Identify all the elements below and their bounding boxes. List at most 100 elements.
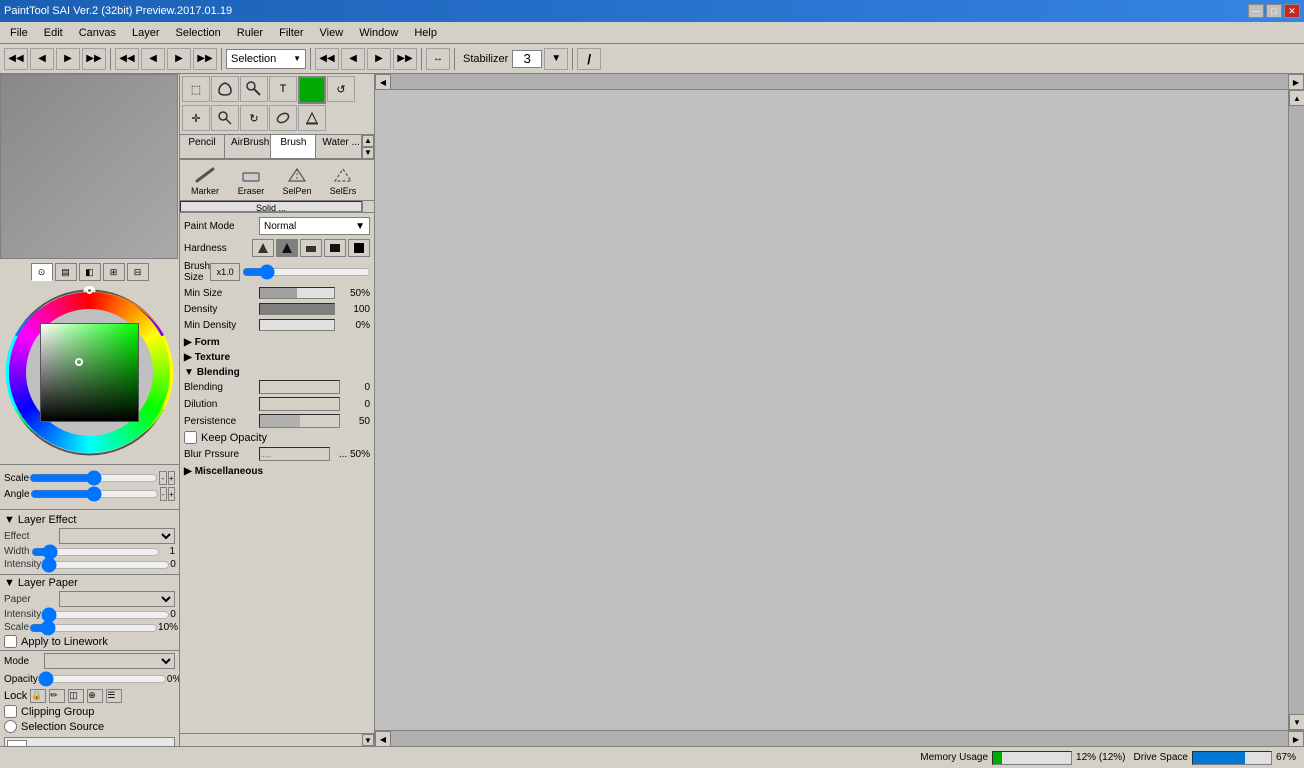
color-tab-grid[interactable]: ⊟ [127,263,149,281]
menu-view[interactable]: View [312,25,352,41]
color-selector-dot[interactable] [75,358,83,366]
layer-mode-select[interactable] [44,653,175,669]
lock-btn-4[interactable]: ⊕ [87,689,103,703]
tool-color-swatch[interactable] [298,76,326,104]
menu-edit[interactable]: Edit [36,25,71,41]
brush-tab-water[interactable]: Water ... [316,135,362,158]
lock-toggle[interactable]: 🔒 [30,689,46,703]
minimize-button[interactable]: ─ [1248,4,1264,18]
layer-opacity-slider[interactable] [38,671,167,687]
brush-tab-scroll-down[interactable]: ▼ [362,147,374,159]
toolbar-btn-11[interactable]: ▶ [367,48,391,70]
tool-panel-scroll-down[interactable]: ▼ [362,734,374,746]
canvas-scroll-left-2[interactable]: ◀ [375,731,391,746]
hardness-btn-2[interactable] [276,239,298,257]
toolbar-btn-10[interactable]: ◀ [341,48,365,70]
hardness-btn-5[interactable] [348,239,370,257]
menu-layer[interactable]: Layer [124,25,168,41]
canvas-vtrack[interactable] [1289,106,1304,714]
paper-dropdown[interactable] [59,591,175,607]
tool-text[interactable]: T [269,76,297,102]
blending-track[interactable] [259,380,340,394]
canvas-drawing-area[interactable] [375,90,1288,730]
tool-color-reset[interactable]: ↺ [327,76,355,102]
color-square-hue[interactable] [40,323,139,422]
color-tab-rgb[interactable]: ▤ [55,263,77,281]
selection-combo[interactable]: Selection ▼ [226,49,306,69]
toolbar-btn-stabilizer-arrow[interactable]: ▼ [544,48,568,70]
angle-minus[interactable]: - [160,487,167,501]
hardness-btn-3[interactable] [300,239,322,257]
intensity-slider[interactable] [41,560,170,570]
brush-size-slider[interactable] [242,263,371,281]
color-tab-palette[interactable]: ⊞ [103,263,125,281]
toolbar-btn-9[interactable]: ◀◀ [315,48,339,70]
dilution-track[interactable] [259,397,340,411]
layer-paper-header[interactable]: ▼ Layer Paper [4,577,175,589]
toolbar-btn-7[interactable]: ▶ [167,48,191,70]
brush-name-dropdown[interactable] [362,201,374,212]
scale-slider[interactable] [29,472,158,484]
tool-move[interactable]: ✛ [182,105,210,131]
tool-select-rect[interactable]: ⬚ [182,76,210,102]
canvas-htrack-2[interactable] [391,731,1288,746]
angle-plus[interactable]: + [168,487,175,501]
min-density-track[interactable] [259,319,335,331]
tool-eraser-alt[interactable] [269,105,297,131]
paper-scale-slider[interactable] [29,623,158,633]
blending-section-header[interactable]: ▼ Blending [184,365,370,380]
canvas-scroll-down[interactable]: ▼ [1289,714,1304,730]
brush-size-toggle[interactable]: x1.0 [210,263,240,281]
blur-pressure-track[interactable]: ..... [259,447,330,461]
close-button[interactable]: ✕ [1284,4,1300,18]
tool-lasso[interactable] [211,76,239,102]
color-tab-hsv[interactable]: ◧ [79,263,101,281]
canvas-htrack[interactable] [391,74,1288,89]
apply-linework-checkbox[interactable] [4,635,17,648]
toolbar-btn-2[interactable]: ◀ [30,48,54,70]
menu-filter[interactable]: Filter [271,25,311,41]
menu-window[interactable]: Window [351,25,406,41]
effect-dropdown[interactable] [59,528,175,544]
tool-magic-wand[interactable] [240,76,268,102]
density-track[interactable] [259,303,335,315]
toolbar-btn-12[interactable]: ▶▶ [393,48,417,70]
hardness-btn-4[interactable] [324,239,346,257]
width-slider[interactable] [31,547,160,557]
clipping-group-checkbox[interactable] [4,705,17,718]
menu-ruler[interactable]: Ruler [229,25,271,41]
selection-source-radio[interactable] [4,720,17,733]
brush-subtype-selpen[interactable]: SelPen [274,162,320,198]
tool-zoom[interactable] [211,105,239,131]
hue-selector-dot[interactable] [86,287,93,294]
color-square-dark[interactable] [41,324,138,421]
menu-selection[interactable]: Selection [168,25,229,41]
menu-help[interactable]: Help [406,25,445,41]
angle-slider[interactable] [30,488,159,500]
paper-intensity-slider[interactable] [41,610,170,620]
form-section-header[interactable]: ▶ Form [184,335,370,350]
brush-subtype-selers[interactable]: SelErs [320,162,366,198]
canvas-scroll-right[interactable]: ▶ [1288,74,1304,90]
paint-mode-select[interactable]: Normal ▼ [259,217,370,235]
min-size-track[interactable] [259,287,335,299]
toolbar-btn-4[interactable]: ▶▶ [82,48,106,70]
toolbar-btn-3[interactable]: ▶ [56,48,80,70]
hardness-btn-1[interactable] [252,239,274,257]
texture-section-header[interactable]: ▶ Texture [184,350,370,365]
menu-canvas[interactable]: Canvas [71,25,124,41]
color-tab-wheel[interactable]: ⊙ [31,263,53,281]
layer-effect-header[interactable]: ▼ Layer Effect [4,514,175,526]
brush-tab-pencil[interactable]: Pencil [180,135,225,158]
tool-rotate-view[interactable]: ↻ [240,105,268,131]
misc-section-header[interactable]: ▶ Miscellaneous [184,464,370,479]
color-wheel-container[interactable] [2,285,177,460]
canvas-scroll-left[interactable]: ◀ [375,74,391,90]
keep-opacity-checkbox[interactable] [184,431,197,444]
brush-tab-brush[interactable]: Brush [271,135,316,158]
persistence-track[interactable] [259,414,340,428]
brush-subtype-eraser[interactable]: Eraser [228,162,274,198]
scale-minus[interactable]: - [159,471,166,485]
lock-btn-5[interactable]: ☰ [106,689,122,703]
toolbar-btn-1[interactable]: ◀◀ [4,48,28,70]
